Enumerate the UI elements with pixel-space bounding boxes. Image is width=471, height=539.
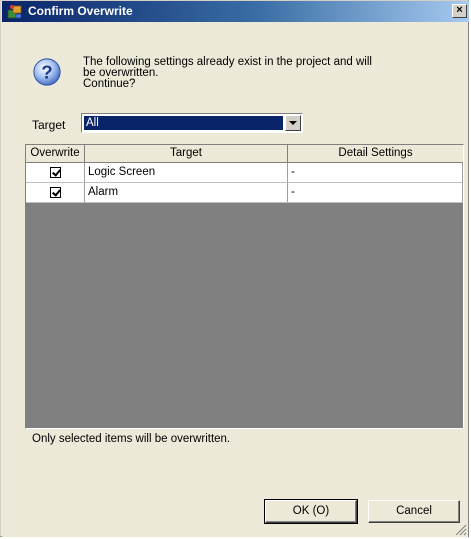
dialog-title: Confirm Overwrite: [28, 4, 133, 18]
table-row[interactable]: Alarm -: [26, 183, 463, 203]
target-dropdown[interactable]: All: [81, 113, 303, 133]
detail-settings-cell[interactable]: -: [288, 183, 463, 203]
overwrite-cell: [26, 163, 85, 183]
overwrite-cell: [26, 183, 85, 203]
close-button[interactable]: ×: [452, 4, 467, 18]
target-selected-value: All: [84, 116, 283, 130]
cancel-button[interactable]: Cancel: [368, 500, 460, 523]
overwrite-checkbox[interactable]: [49, 167, 61, 178]
column-header-overwrite[interactable]: Overwrite: [26, 145, 85, 163]
target-cell: Alarm: [85, 183, 288, 203]
chevron-down-icon[interactable]: [285, 115, 301, 131]
title-bar[interactable]: Confirm Overwrite ×: [2, 1, 469, 22]
ok-button[interactable]: OK (O): [264, 499, 358, 524]
table-row[interactable]: Logic Screen -: [26, 163, 463, 183]
detail-settings-cell[interactable]: -: [288, 163, 463, 183]
target-label: Target: [32, 118, 66, 132]
confirm-overwrite-dialog: Confirm Overwrite × ? The following sett…: [0, 0, 469, 537]
question-icon: ?: [33, 58, 61, 86]
dialog-body: ? The following settings already exist i…: [2, 22, 468, 537]
target-cell: Logic Screen: [85, 163, 288, 183]
overwrite-checkbox[interactable]: [49, 187, 61, 198]
settings-table: Overwrite Target Detail Settings Logic S…: [25, 144, 464, 429]
column-header-target[interactable]: Target: [85, 145, 288, 163]
message-line: Continue?: [83, 78, 136, 90]
svg-text:?: ?: [41, 62, 52, 83]
confirmation-message: The following settings already exist in …: [83, 56, 413, 90]
table-header: Overwrite Target Detail Settings: [26, 145, 463, 163]
settings-icon: [7, 5, 22, 19]
column-header-detail-settings[interactable]: Detail Settings: [288, 145, 463, 163]
resize-grip-icon[interactable]: [455, 524, 467, 536]
overwrite-note: Only selected items will be overwritten.: [32, 433, 231, 445]
